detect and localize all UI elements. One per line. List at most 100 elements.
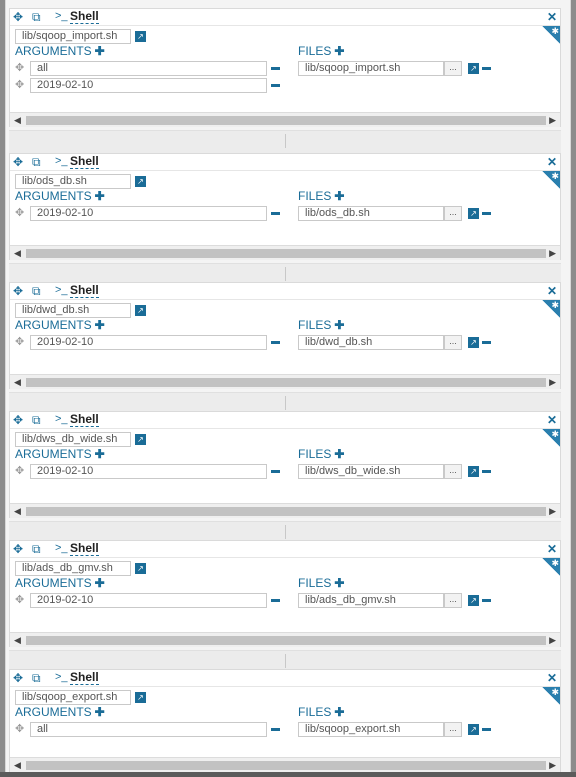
external-link-icon[interactable]: ↗ <box>135 434 146 445</box>
add-argument-icon[interactable]: ✚ <box>95 576 105 590</box>
gear-icon[interactable]: ✱ <box>542 687 560 705</box>
drag-handle-icon[interactable]: ✥ <box>15 465 24 478</box>
remove-file-icon[interactable] <box>482 470 491 473</box>
arguments-label[interactable]: ARGUMENTS ✚ <box>15 45 105 58</box>
files-label[interactable]: FILES ✚ <box>298 45 344 58</box>
arguments-label[interactable]: ARGUMENTS ✚ <box>15 448 105 461</box>
external-link-icon[interactable]: ↗ <box>468 724 479 735</box>
move-icon[interactable]: ✥ <box>13 10 23 24</box>
remove-file-icon[interactable] <box>482 212 491 215</box>
arguments-label[interactable]: ARGUMENTS ✚ <box>15 190 105 203</box>
file-input[interactable]: lib/sqoop_import.sh <box>298 61 444 76</box>
drag-handle-icon[interactable]: ✥ <box>15 207 24 220</box>
gear-icon[interactable]: ✱ <box>542 26 560 44</box>
remove-file-icon[interactable] <box>482 341 491 344</box>
drag-handle-icon[interactable]: ✥ <box>15 723 24 736</box>
copy-icon[interactable]: ⧉ <box>32 155 41 169</box>
add-file-icon[interactable]: ✚ <box>334 447 344 461</box>
add-argument-icon[interactable]: ✚ <box>95 447 105 461</box>
external-link-icon[interactable]: ↗ <box>468 337 479 348</box>
scrollbar-thumb[interactable] <box>26 116 546 125</box>
drag-handle-icon[interactable]: ✥ <box>15 62 24 75</box>
scroll-left-icon[interactable]: ◀ <box>14 760 21 771</box>
external-link-icon[interactable]: ↗ <box>468 595 479 606</box>
move-icon[interactable]: ✥ <box>13 413 23 427</box>
copy-icon[interactable]: ⧉ <box>32 284 41 298</box>
file-input[interactable]: lib/ads_db_gmv.sh <box>298 593 444 608</box>
remove-argument-icon[interactable] <box>271 728 280 731</box>
add-file-icon[interactable]: ✚ <box>334 318 344 332</box>
copy-icon[interactable]: ⧉ <box>32 10 41 24</box>
close-icon[interactable]: ✕ <box>547 10 557 24</box>
add-argument-icon[interactable]: ✚ <box>95 318 105 332</box>
horizontal-scrollbar[interactable]: ◀ ▶ <box>10 757 560 772</box>
drag-handle-icon[interactable]: ✥ <box>15 336 24 349</box>
copy-icon[interactable]: ⧉ <box>32 671 41 685</box>
move-icon[interactable]: ✥ <box>13 671 23 685</box>
action-title[interactable]: Shell <box>70 10 99 24</box>
scroll-right-icon[interactable]: ▶ <box>549 506 556 517</box>
remove-file-icon[interactable] <box>482 67 491 70</box>
add-file-icon[interactable]: ✚ <box>334 705 344 719</box>
horizontal-scrollbar[interactable]: ◀ ▶ <box>10 632 560 647</box>
gear-icon[interactable]: ✱ <box>542 171 560 189</box>
remove-file-icon[interactable] <box>482 599 491 602</box>
external-link-icon[interactable]: ↗ <box>135 305 146 316</box>
add-file-icon[interactable]: ✚ <box>334 44 344 58</box>
files-label[interactable]: FILES ✚ <box>298 706 344 719</box>
remove-argument-icon[interactable] <box>271 470 280 473</box>
arguments-label[interactable]: ARGUMENTS ✚ <box>15 319 105 332</box>
scrollbar-thumb[interactable] <box>26 249 546 258</box>
script-input[interactable]: lib/ods_db.sh <box>15 174 131 189</box>
scrollbar-thumb[interactable] <box>26 636 546 645</box>
action-title[interactable]: Shell <box>70 284 99 298</box>
files-label[interactable]: FILES ✚ <box>298 319 344 332</box>
argument-input[interactable]: 2019-02-10 <box>30 335 267 350</box>
file-input[interactable]: lib/dwd_db.sh <box>298 335 444 350</box>
scroll-left-icon[interactable]: ◀ <box>14 115 21 126</box>
external-link-icon[interactable]: ↗ <box>468 63 479 74</box>
external-link-icon[interactable]: ↗ <box>135 31 146 42</box>
close-icon[interactable]: ✕ <box>547 542 557 556</box>
script-input[interactable]: lib/ads_db_gmv.sh <box>15 561 131 576</box>
add-argument-icon[interactable]: ✚ <box>95 189 105 203</box>
close-icon[interactable]: ✕ <box>547 413 557 427</box>
browse-button[interactable]: ... <box>444 206 462 221</box>
argument-input[interactable]: 2019-02-10 <box>30 593 267 608</box>
browse-button[interactable]: ... <box>444 61 462 76</box>
browse-button[interactable]: ... <box>444 335 462 350</box>
scrollbar-thumb[interactable] <box>26 761 546 770</box>
argument-input[interactable]: 2019-02-10 <box>30 206 267 221</box>
action-title[interactable]: Shell <box>70 671 99 685</box>
close-icon[interactable]: ✕ <box>547 155 557 169</box>
remove-argument-icon[interactable] <box>271 599 280 602</box>
scroll-right-icon[interactable]: ▶ <box>549 248 556 259</box>
file-input[interactable]: lib/dws_db_wide.sh <box>298 464 444 479</box>
scroll-right-icon[interactable]: ▶ <box>549 377 556 388</box>
remove-argument-icon[interactable] <box>271 341 280 344</box>
close-icon[interactable]: ✕ <box>547 671 557 685</box>
move-icon[interactable]: ✥ <box>13 542 23 556</box>
action-title[interactable]: Shell <box>70 155 99 169</box>
horizontal-scrollbar[interactable]: ◀ ▶ <box>10 112 560 127</box>
remove-argument-icon[interactable] <box>271 212 280 215</box>
gear-icon[interactable]: ✱ <box>542 300 560 318</box>
horizontal-scrollbar[interactable]: ◀ ▶ <box>10 245 560 260</box>
close-icon[interactable]: ✕ <box>547 284 557 298</box>
copy-icon[interactable]: ⧉ <box>32 542 41 556</box>
scroll-right-icon[interactable]: ▶ <box>549 760 556 771</box>
script-input[interactable]: lib/sqoop_import.sh <box>15 29 131 44</box>
external-link-icon[interactable]: ↗ <box>468 208 479 219</box>
scroll-left-icon[interactable]: ◀ <box>14 377 21 388</box>
scrollbar-thumb[interactable] <box>26 507 546 516</box>
add-argument-icon[interactable]: ✚ <box>95 44 105 58</box>
move-icon[interactable]: ✥ <box>13 284 23 298</box>
arguments-label[interactable]: ARGUMENTS ✚ <box>15 706 105 719</box>
browse-button[interactable]: ... <box>444 722 462 737</box>
argument-input[interactable]: all <box>30 61 267 76</box>
add-file-icon[interactable]: ✚ <box>334 189 344 203</box>
script-input[interactable]: lib/dwd_db.sh <box>15 303 131 318</box>
browse-button[interactable]: ... <box>444 593 462 608</box>
script-input[interactable]: lib/dws_db_wide.sh <box>15 432 131 447</box>
remove-argument-icon[interactable] <box>271 84 280 87</box>
